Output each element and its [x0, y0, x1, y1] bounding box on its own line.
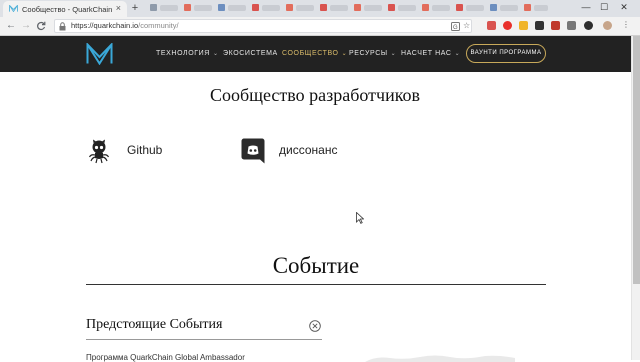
- background-tab[interactable]: [194, 5, 212, 11]
- background-tab[interactable]: [160, 5, 178, 11]
- upcoming-events-heading[interactable]: Предстоящие События: [86, 317, 223, 333]
- background-tab[interactable]: [466, 5, 484, 11]
- browser-menu-icon[interactable]: ⋮: [622, 20, 630, 29]
- mouse-cursor-icon: [356, 212, 364, 224]
- divider: [86, 284, 546, 285]
- window-minimize-button[interactable]: —: [579, 1, 593, 14]
- tab-title: Сообщество - QuarkChain: [22, 5, 113, 14]
- address-bar[interactable]: https://quarkchain.io/community/ G ☆: [54, 19, 472, 33]
- github-link[interactable]: Github: [86, 138, 196, 164]
- discord-icon: [241, 138, 265, 164]
- background-tab-icon[interactable]: [524, 4, 531, 11]
- background-tab-icon[interactable]: [422, 4, 429, 11]
- background-tab-icon[interactable]: [320, 4, 327, 11]
- background-tab[interactable]: [330, 5, 348, 11]
- collapse-close-icon[interactable]: [309, 320, 321, 332]
- extension-icon[interactable]: [535, 21, 544, 30]
- chevron-down-icon: ⌄: [454, 51, 461, 57]
- browser-tab-active[interactable]: Сообщество - QuarkChain ×: [3, 1, 127, 17]
- nav-item-about[interactable]: НАСЧЕТ НАС ⌄: [401, 50, 460, 57]
- bounty-program-button[interactable]: ВАУНТИ ПРОГРАММА: [466, 44, 546, 63]
- browser-toolbar: ← → https://quarkchain.io/community/ G ☆…: [0, 17, 640, 36]
- extension-icon[interactable]: [584, 21, 593, 30]
- background-tab-icon[interactable]: [150, 4, 157, 11]
- chevron-down-icon: ⌄: [341, 51, 348, 57]
- quarkchain-favicon-icon: [9, 5, 18, 12]
- background-tab-icon[interactable]: [456, 4, 463, 11]
- tab-close-icon[interactable]: ×: [116, 3, 121, 13]
- background-tab-icon[interactable]: [490, 4, 497, 11]
- background-tab-icon[interactable]: [286, 4, 293, 11]
- developer-community-heading: Сообщество разработчиков: [209, 85, 421, 105]
- background-tab-icon[interactable]: [184, 4, 191, 11]
- bookmark-star-icon[interactable]: ☆: [463, 20, 470, 32]
- background-tab-icon[interactable]: [354, 4, 361, 11]
- back-button[interactable]: ←: [5, 20, 17, 32]
- translate-icon[interactable]: G: [451, 22, 460, 31]
- nav-item-resources[interactable]: РЕСУРСЫ ⌄: [349, 50, 396, 57]
- github-link-label: Github: [127, 143, 163, 157]
- new-tab-button[interactable]: +: [128, 2, 142, 14]
- background-tab-icon[interactable]: [388, 4, 395, 11]
- extension-icon[interactable]: [551, 21, 560, 30]
- notes-extension-icon[interactable]: [519, 21, 528, 30]
- page-scrollbar[interactable]: [631, 36, 640, 360]
- extension-icon[interactable]: [567, 21, 576, 30]
- background-tab[interactable]: [500, 5, 518, 11]
- github-icon: [88, 139, 110, 164]
- svg-text:G: G: [453, 25, 458, 31]
- scrollbar-thumb[interactable]: [633, 36, 640, 284]
- background-tab[interactable]: [398, 5, 416, 11]
- quarkchain-logo-icon[interactable]: [86, 43, 113, 65]
- background-tab-icon[interactable]: [252, 4, 259, 11]
- discord-link-label: диссонанс: [279, 143, 338, 157]
- chevron-down-icon: ⌄: [212, 51, 219, 57]
- background-tab[interactable]: [534, 5, 548, 11]
- gmail-extension-icon[interactable]: [487, 21, 496, 30]
- browser-tab-bar: Сообщество - QuarkChain × + — ☐ ✕: [0, 0, 640, 17]
- window-maximize-button[interactable]: ☐: [597, 1, 611, 14]
- event-heading: Событие: [272, 253, 360, 278]
- window-close-button[interactable]: ✕: [617, 1, 631, 14]
- url-text: https://quarkchain.io/community/: [71, 21, 179, 30]
- lock-icon: [59, 22, 66, 31]
- nav-item-community[interactable]: СООБЩЕСТВО ⌄: [282, 50, 347, 57]
- background-tab[interactable]: [364, 5, 382, 11]
- forward-button[interactable]: →: [20, 20, 32, 32]
- background-tab[interactable]: [228, 5, 246, 11]
- background-tab[interactable]: [296, 5, 314, 11]
- nav-item-ecosystem[interactable]: ЭКОСИСТЕМА: [223, 50, 278, 57]
- background-tab[interactable]: [432, 5, 450, 11]
- background-tab[interactable]: [262, 5, 280, 11]
- background-tab-icon[interactable]: [218, 4, 225, 11]
- chevron-down-icon: ⌄: [390, 51, 397, 57]
- event-item-title[interactable]: Программа QuarkChain Global Ambassador: [86, 353, 245, 362]
- reload-icon[interactable]: [36, 21, 46, 31]
- opera-extension-icon[interactable]: [503, 21, 512, 30]
- divider: [86, 339, 322, 340]
- profile-avatar[interactable]: [603, 21, 612, 30]
- discord-link[interactable]: диссонанс: [241, 138, 351, 164]
- nav-item-technology[interactable]: ТЕХНОЛОГИЯ ⌄: [156, 50, 219, 57]
- site-header: ТЕХНОЛОГИЯ ⌄ ЭКОСИСТЕМА СООБЩЕСТВО ⌄ РЕСУР…: [0, 36, 640, 72]
